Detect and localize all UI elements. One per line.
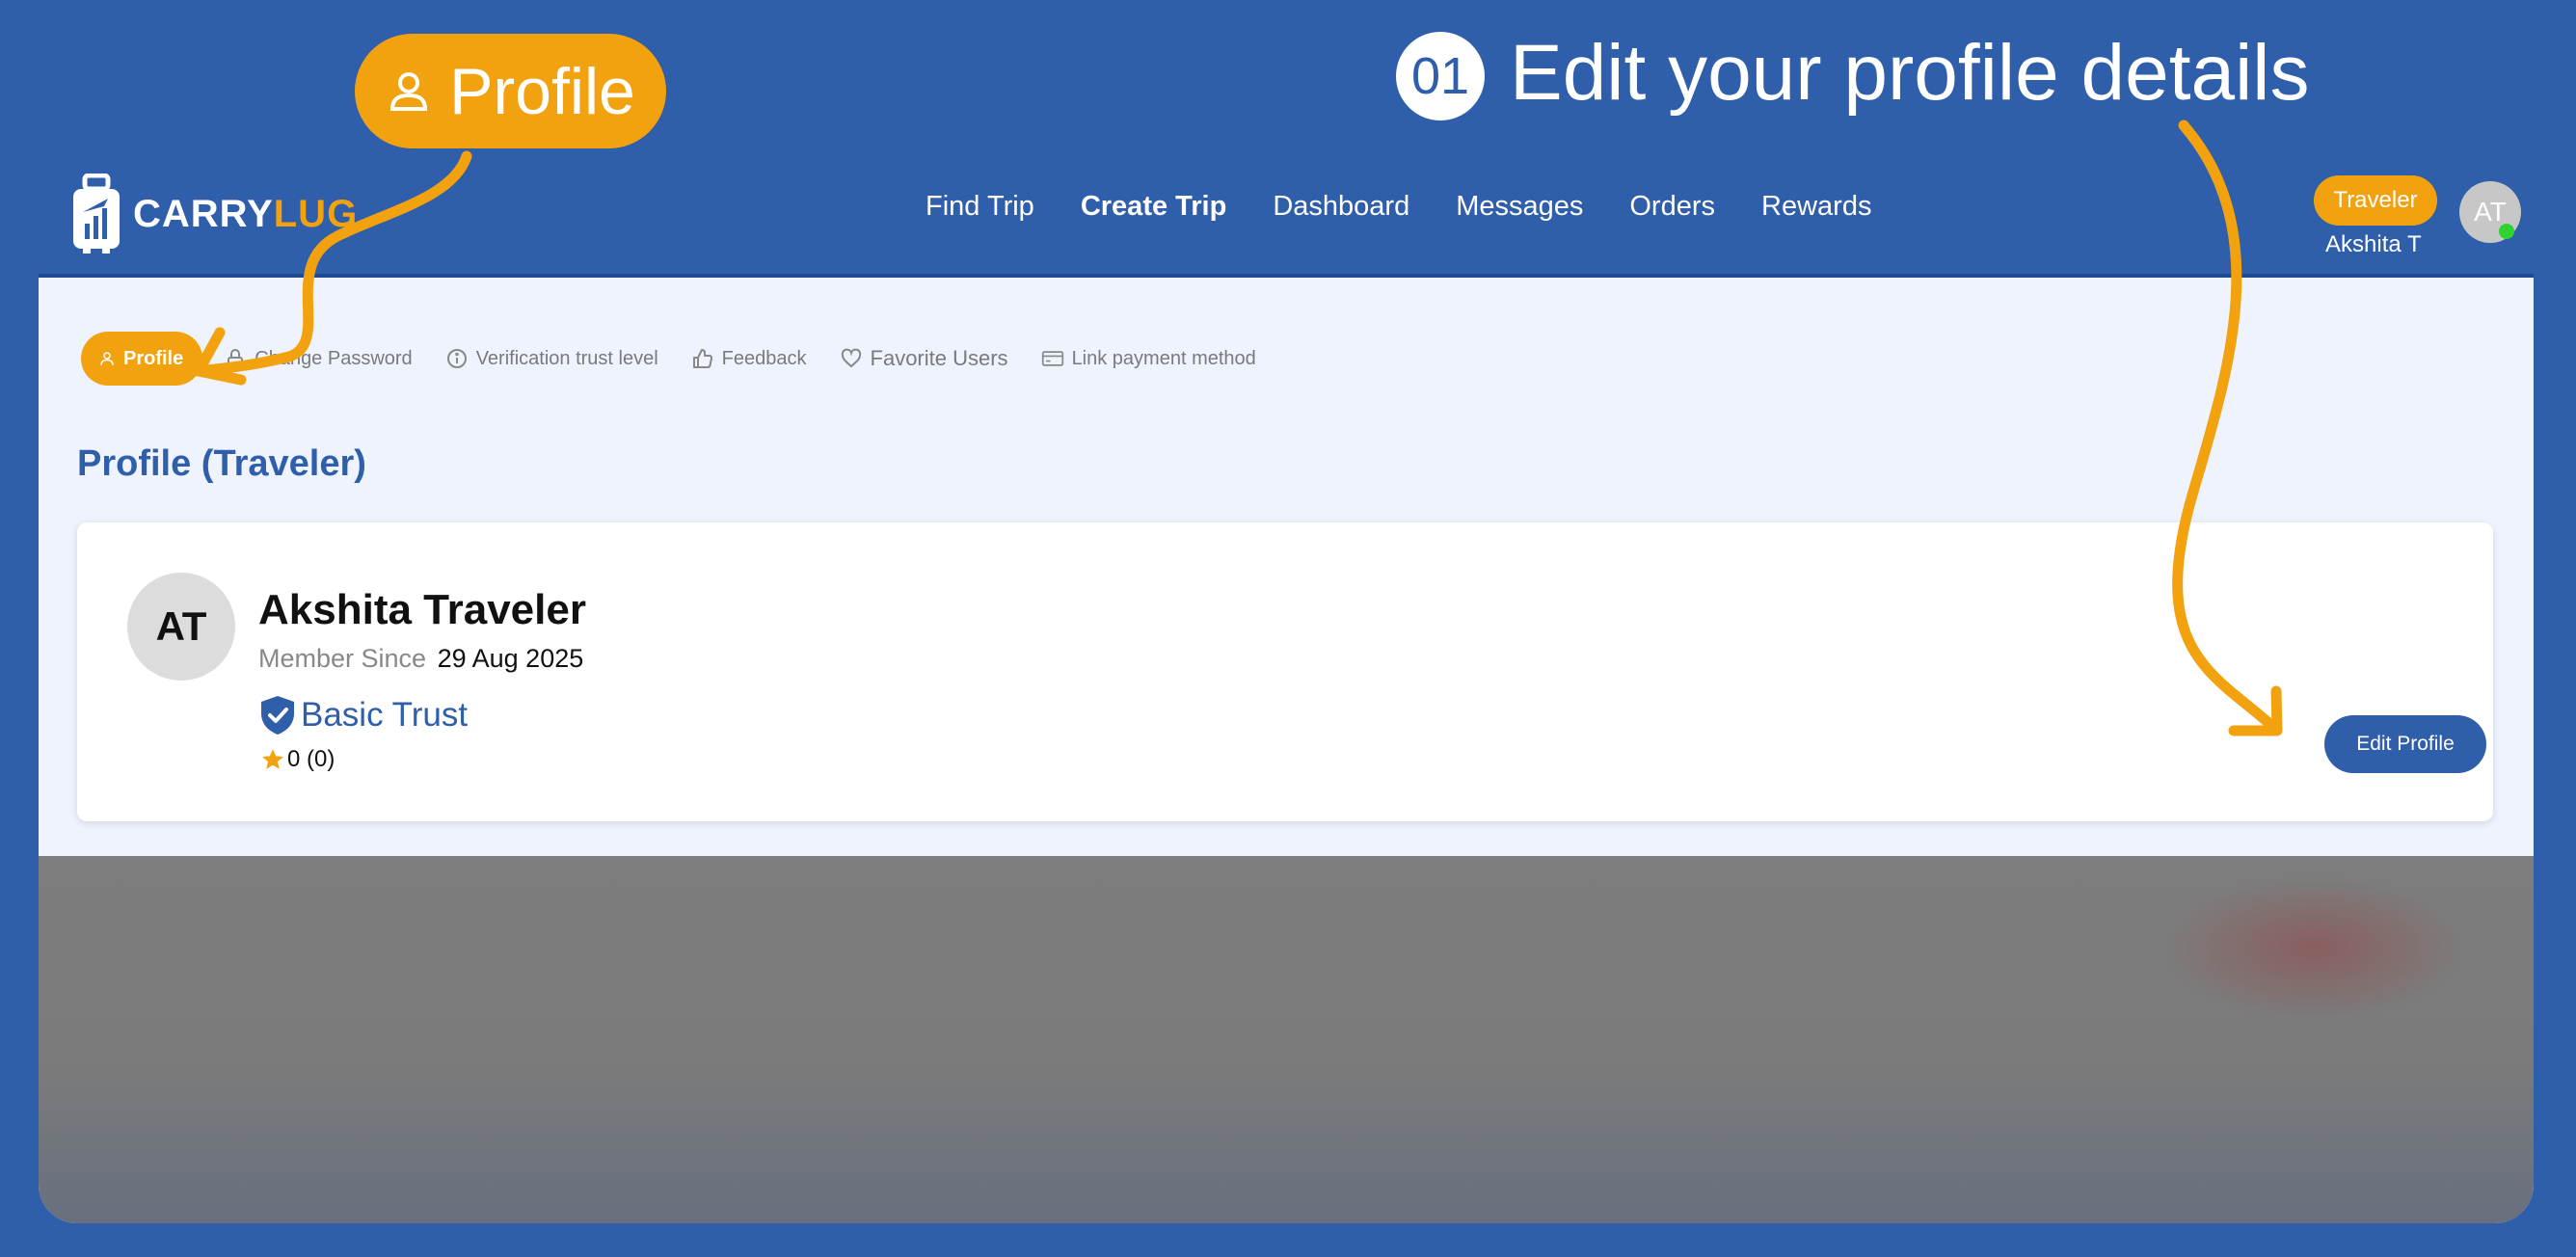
- role-badge[interactable]: Traveler: [2314, 175, 2437, 226]
- member-since-date: 29 Aug 2025: [437, 644, 584, 673]
- nav-rewards[interactable]: Rewards: [1761, 191, 1871, 223]
- trust-level-label: Basic Trust: [301, 696, 469, 734]
- step-title: Edit your profile details: [1510, 29, 2310, 117]
- tab-verification-trust-level[interactable]: Verification trust level: [445, 347, 658, 370]
- rating-value: 0 (0): [287, 746, 335, 772]
- profile-callout: Profile: [355, 34, 666, 148]
- tab-change-password[interactable]: Change Password: [224, 347, 413, 370]
- tab-link-payment-method[interactable]: Link payment method: [1041, 347, 1256, 370]
- page-title: Profile (Traveler): [77, 443, 366, 484]
- tab-favorite-users[interactable]: Favorite Users: [840, 346, 1008, 371]
- member-since-label: Member Since: [258, 644, 427, 673]
- profile-card: AT Akshita Traveler Member Since 29 Aug …: [77, 522, 2493, 821]
- online-status-dot: [2499, 224, 2514, 239]
- edit-profile-button[interactable]: Edit Profile: [2324, 715, 2486, 773]
- thumbs-up-icon: [692, 349, 712, 368]
- tab-profile[interactable]: Profile: [81, 332, 203, 386]
- tab-label: Verification trust level: [475, 347, 658, 369]
- tab-label: Profile: [123, 347, 184, 369]
- nav-messages[interactable]: Messages: [1456, 191, 1583, 223]
- lock-icon: [228, 349, 244, 368]
- avatar: AT: [127, 573, 235, 681]
- step-number-badge: 01: [1396, 32, 1485, 120]
- tab-label: Favorite Users: [870, 346, 1008, 370]
- nav-create-trip[interactable]: Create Trip: [1081, 191, 1227, 223]
- main-nav: Find Trip Create Trip Dashboard Messages…: [926, 191, 1918, 223]
- nav-find-trip[interactable]: Find Trip: [926, 191, 1034, 223]
- star-icon: [262, 749, 283, 769]
- heart-icon: [841, 348, 861, 368]
- user-icon: [390, 71, 428, 111]
- tab-label: Feedback: [721, 347, 807, 369]
- tab-label: Change Password: [255, 347, 413, 369]
- user-display-name: Akshita T: [2325, 231, 2422, 257]
- tab-feedback[interactable]: Feedback: [691, 347, 807, 370]
- app-window: CARRYLUG Find Trip Create Trip Dashboard…: [39, 162, 2534, 1223]
- callout-label: Profile: [449, 54, 635, 128]
- logo-text: CARRYLUG: [133, 192, 359, 235]
- top-navbar: CARRYLUG Find Trip Create Trip Dashboard…: [39, 162, 2534, 278]
- info-icon: [446, 349, 467, 368]
- shield-check-icon: [261, 696, 294, 735]
- blurred-highlight: [2160, 875, 2468, 1020]
- tab-label: Link payment method: [1071, 347, 1256, 369]
- trust-level: Basic Trust: [258, 694, 468, 736]
- carrylug-logo[interactable]: CARRYLUG: [69, 174, 358, 254]
- luggage-icon: [73, 174, 120, 254]
- rating: 0 (0): [260, 746, 335, 773]
- member-since: Member Since 29 Aug 2025: [258, 644, 583, 674]
- user-icon: [100, 352, 114, 365]
- profile-full-name: Akshita Traveler: [258, 586, 586, 633]
- nav-orders[interactable]: Orders: [1629, 191, 1715, 223]
- nav-dashboard[interactable]: Dashboard: [1273, 191, 1409, 223]
- profile-tabs: Profile Change Password Verification tru…: [81, 332, 1289, 386]
- credit-card-icon: [1041, 351, 1063, 366]
